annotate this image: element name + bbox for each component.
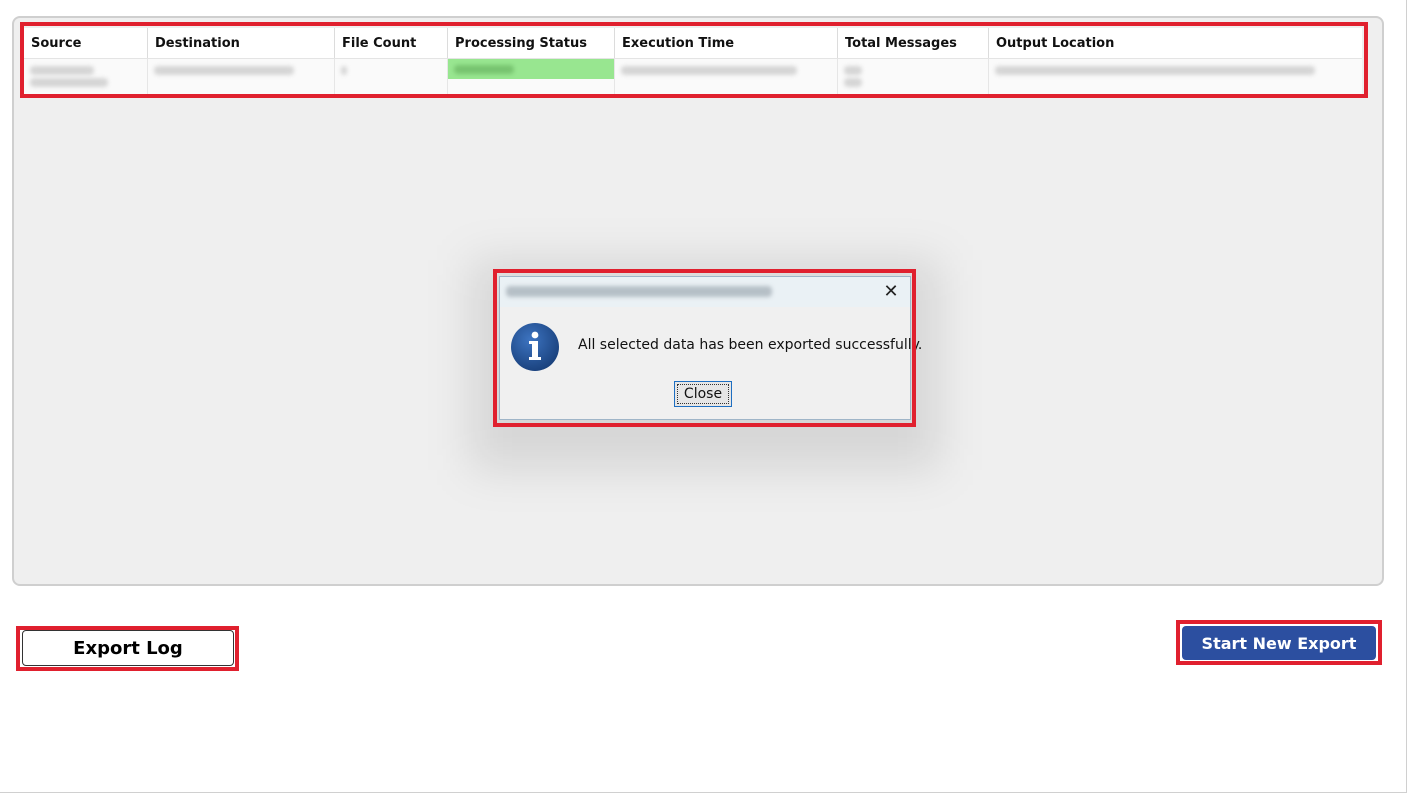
close-icon[interactable]: ✕ bbox=[880, 281, 902, 303]
cell-destination-redacted bbox=[148, 59, 335, 94]
app-window: Source Destination File Count Processing… bbox=[0, 0, 1407, 793]
status-success-badge bbox=[448, 59, 614, 79]
column-header-total-messages[interactable]: Total Messages bbox=[838, 28, 989, 58]
column-header-execution-time[interactable]: Execution Time bbox=[615, 28, 838, 58]
export-success-dialog: ✕ All selected data has been exported su… bbox=[499, 276, 922, 420]
dialog-message: All selected data has been exported succ… bbox=[578, 337, 923, 353]
column-header-source[interactable]: Source bbox=[24, 28, 148, 58]
cell-execution-time-redacted bbox=[615, 59, 838, 94]
cell-source-redacted bbox=[24, 59, 148, 94]
column-header-processing-status[interactable]: Processing Status bbox=[448, 28, 615, 58]
info-icon bbox=[511, 323, 559, 371]
table-row[interactable] bbox=[24, 59, 1362, 94]
dialog-close-button[interactable]: Close bbox=[674, 381, 732, 407]
column-header-file-count[interactable]: File Count bbox=[335, 28, 448, 58]
cell-total-messages-redacted bbox=[838, 59, 989, 94]
dialog-close-label: Close bbox=[683, 386, 723, 402]
column-header-destination[interactable]: Destination bbox=[148, 28, 335, 58]
cell-file-count-redacted bbox=[335, 59, 448, 94]
cell-output-location-redacted bbox=[989, 59, 1362, 94]
start-new-export-button[interactable]: Start New Export bbox=[1182, 626, 1376, 660]
table-header: Source Destination File Count Processing… bbox=[24, 28, 1362, 59]
dialog-titlebar[interactable]: ✕ bbox=[500, 277, 910, 307]
cell-processing-status-redacted bbox=[448, 59, 615, 94]
export-log-button[interactable]: Export Log bbox=[22, 630, 234, 666]
results-table: Source Destination File Count Processing… bbox=[24, 28, 1362, 94]
column-header-output-location[interactable]: Output Location bbox=[989, 28, 1362, 58]
dialog-title-redacted bbox=[506, 286, 772, 297]
